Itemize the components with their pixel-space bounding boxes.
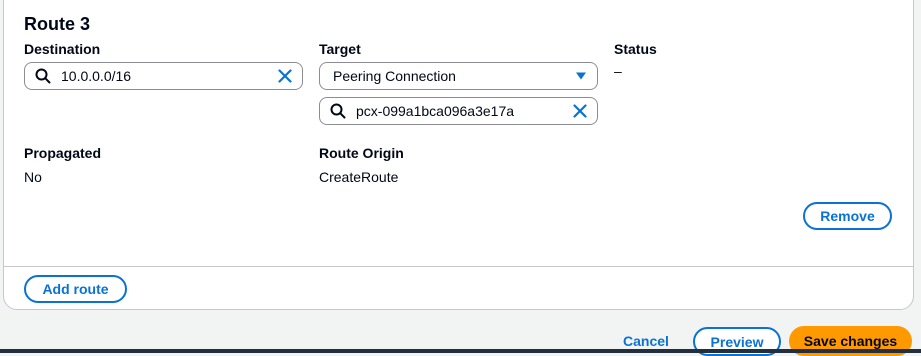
target-label: Target xyxy=(319,41,361,57)
clear-icon[interactable] xyxy=(573,104,587,118)
status-value: – xyxy=(614,63,622,79)
target-type-value: Peering Connection xyxy=(333,68,456,84)
add-route-button[interactable]: Add route xyxy=(24,275,127,303)
route-origin-label: Route Origin xyxy=(319,145,404,161)
cancel-button[interactable]: Cancel xyxy=(623,333,669,349)
route-table-panel: Route 3 Destination 10.0.0.0/16 Target P… xyxy=(3,0,914,310)
target-type-select[interactable]: Peering Connection xyxy=(319,62,598,90)
bottom-divider xyxy=(0,349,921,353)
propagated-label: Propagated xyxy=(24,145,102,161)
clear-icon[interactable] xyxy=(278,69,292,83)
route-title: Route 3 xyxy=(24,14,91,34)
caret-down-icon xyxy=(576,72,586,80)
target-id-field[interactable]: pcx-099a1bca096a3e17a xyxy=(319,97,598,125)
destination-value: 10.0.0.0/16 xyxy=(61,68,132,84)
search-icon xyxy=(35,68,51,84)
search-icon xyxy=(330,103,346,119)
route-origin-value: CreateRoute xyxy=(319,169,399,185)
remove-route-button[interactable]: Remove xyxy=(803,202,892,230)
propagated-value: No xyxy=(24,169,42,185)
destination-label: Destination xyxy=(24,41,101,57)
target-id-value: pcx-099a1bca096a3e17a xyxy=(356,103,515,119)
status-label: Status xyxy=(614,41,657,57)
destination-field[interactable]: 10.0.0.0/16 xyxy=(24,62,303,90)
route-card: Route 3 Destination 10.0.0.0/16 Target P… xyxy=(4,0,913,267)
